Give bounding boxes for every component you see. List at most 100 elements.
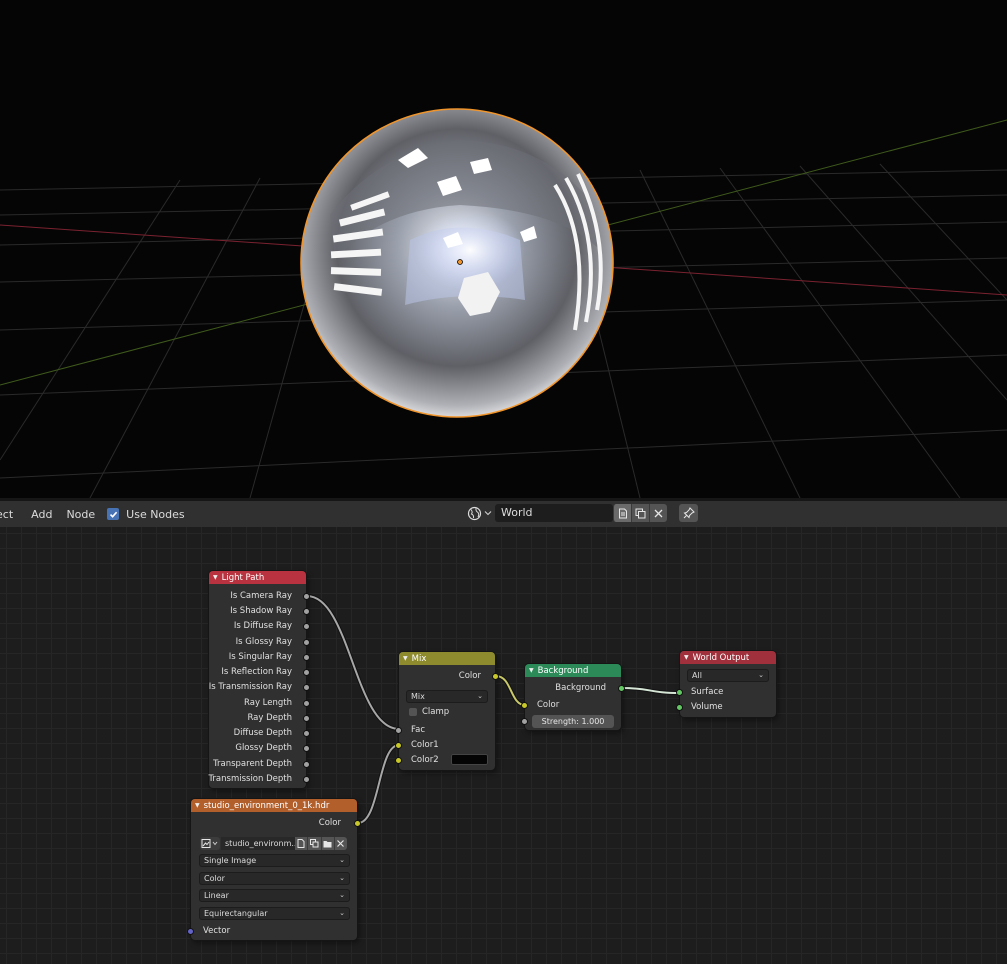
menu-node[interactable]: Node: [66, 508, 105, 521]
color-output-socket[interactable]: [354, 820, 361, 827]
link-mix-to-background-color: [494, 674, 527, 707]
copy-icon: [309, 839, 319, 848]
dropdown-value: Linear: [204, 891, 229, 900]
projection-dropdown[interactable]: Equirectangular ⌄: [199, 907, 350, 920]
open-image-button[interactable]: [320, 837, 334, 850]
collapse-icon[interactable]: ▼: [684, 654, 689, 661]
output-socket[interactable]: [303, 593, 310, 600]
collapse-icon[interactable]: ▼: [403, 655, 408, 662]
output-socket[interactable]: [303, 684, 310, 691]
color-output-socket[interactable]: [492, 673, 499, 680]
unlink-world-button[interactable]: [649, 504, 667, 522]
use-nodes-checkbox[interactable]: [107, 508, 120, 520]
color2-swatch[interactable]: [451, 754, 488, 765]
output-label: Color: [318, 818, 341, 828]
image-name-field[interactable]: studio_environm...: [221, 837, 295, 850]
close-icon: [337, 840, 345, 847]
collapse-icon[interactable]: ▼: [195, 802, 200, 809]
dropdown-value: Color: [204, 874, 225, 883]
environment-texture-header[interactable]: ▼ studio_environment_0_1k.hdr: [191, 799, 357, 812]
link-camera-ray-to-fac: [305, 594, 401, 731]
copy-icon: [635, 508, 646, 518]
fake-user-button[interactable]: [295, 837, 308, 850]
world-name-field[interactable]: World: [495, 504, 613, 522]
3d-viewport[interactable]: [0, 0, 1007, 498]
node-title: World Output: [692, 652, 750, 663]
blend-type-dropdown[interactable]: Mix ⌄: [406, 690, 488, 703]
menu-select[interactable]: ect: [0, 508, 23, 521]
node-title: Light Path: [221, 572, 265, 583]
clamp-checkbox[interactable]: [409, 708, 417, 716]
output-socket[interactable]: [303, 745, 310, 752]
close-icon: [654, 509, 663, 517]
mix-node[interactable]: ▼ Mix Color Mix ⌄ Clamp Fac Color1 Color…: [395, 652, 499, 770]
input-label: Color2: [411, 755, 439, 765]
image-browse-button[interactable]: [200, 837, 220, 850]
duplicate-world-button[interactable]: [631, 504, 649, 522]
color-input-socket[interactable]: [521, 702, 528, 709]
viewport-scene: [0, 108, 1007, 498]
fake-user-button[interactable]: [613, 504, 631, 522]
dropdown-value: All: [692, 671, 702, 680]
image-source-dropdown[interactable]: Single Image ⌄: [199, 854, 350, 867]
light-path-header[interactable]: ▼ Light Path: [209, 571, 306, 584]
output-socket[interactable]: [303, 639, 310, 646]
link-background-to-surface: [620, 686, 682, 695]
world-output-header[interactable]: ▼ World Output: [680, 651, 776, 664]
node-editor-canvas[interactable]: ▼ Light Path Is Camera Ray Is Shadow Ray…: [0, 527, 1007, 964]
output-label: Is Glossy Ray: [235, 637, 292, 647]
surface-input-socket[interactable]: [676, 689, 683, 696]
output-socket[interactable]: [303, 776, 310, 783]
vector-input-socket[interactable]: [187, 928, 194, 935]
output-socket[interactable]: [303, 608, 310, 615]
output-socket[interactable]: [303, 761, 310, 768]
render-target-dropdown[interactable]: All ⌄: [687, 669, 769, 682]
chevron-down-icon[interactable]: [483, 504, 493, 522]
image-buttons: [295, 837, 347, 850]
strength-field[interactable]: Strength: 1.000: [532, 715, 614, 728]
input-label: Color: [537, 700, 560, 710]
output-label: Is Reflection Ray: [221, 667, 292, 677]
color1-input-socket[interactable]: [395, 742, 402, 749]
node-title: Background: [537, 665, 589, 676]
volume-input-socket[interactable]: [676, 704, 683, 711]
color-space-dropdown[interactable]: Color ⌄: [199, 872, 350, 885]
interpolation-dropdown[interactable]: Linear ⌄: [199, 889, 350, 902]
chevron-down-icon: ⌄: [477, 692, 483, 700]
background-header[interactable]: ▼ Background: [525, 664, 621, 677]
output-label: Glossy Depth: [235, 743, 292, 753]
folder-icon: [323, 840, 332, 847]
output-label: Ray Depth: [247, 713, 292, 723]
background-node[interactable]: ▼ Background Background Color Strength: …: [521, 664, 625, 730]
output-socket[interactable]: [303, 730, 310, 737]
mix-header[interactable]: ▼ Mix: [399, 652, 495, 665]
output-label: Background: [555, 683, 606, 693]
world-output-node[interactable]: ▼ World Output All ⌄ Surface Volume: [676, 651, 776, 717]
output-socket[interactable]: [303, 623, 310, 630]
pin-button[interactable]: [679, 504, 698, 522]
color2-input-socket[interactable]: [395, 757, 402, 764]
node-title: studio_environment_0_1k.hdr: [203, 800, 330, 811]
output-socket[interactable]: [303, 654, 310, 661]
output-socket[interactable]: [303, 700, 310, 707]
duplicate-image-button[interactable]: [307, 837, 321, 850]
chevron-down-icon: ⌄: [339, 891, 345, 899]
background-output-socket[interactable]: [618, 685, 625, 692]
output-socket[interactable]: [303, 669, 310, 676]
strength-input-socket[interactable]: [521, 718, 528, 725]
chevron-down-icon: ⌄: [758, 671, 764, 679]
output-label: Diffuse Depth: [233, 728, 292, 738]
collapse-icon[interactable]: ▼: [213, 574, 218, 581]
input-label: Vector: [203, 926, 231, 936]
input-label: Volume: [691, 702, 723, 712]
light-path-node[interactable]: ▼ Light Path Is Camera Ray Is Shadow Ray…: [208, 571, 310, 788]
unlink-image-button[interactable]: [333, 837, 347, 850]
menu-add[interactable]: Add: [31, 508, 62, 521]
world-globe-icon[interactable]: [465, 504, 483, 522]
fac-input-socket[interactable]: [395, 727, 402, 734]
image-icon: [201, 839, 218, 848]
collapse-icon[interactable]: ▼: [529, 667, 534, 674]
output-socket[interactable]: [303, 715, 310, 722]
environment-texture-node[interactable]: ▼ studio_environment_0_1k.hdr Color stud…: [187, 799, 361, 940]
output-label: Transmission Depth: [208, 774, 292, 784]
